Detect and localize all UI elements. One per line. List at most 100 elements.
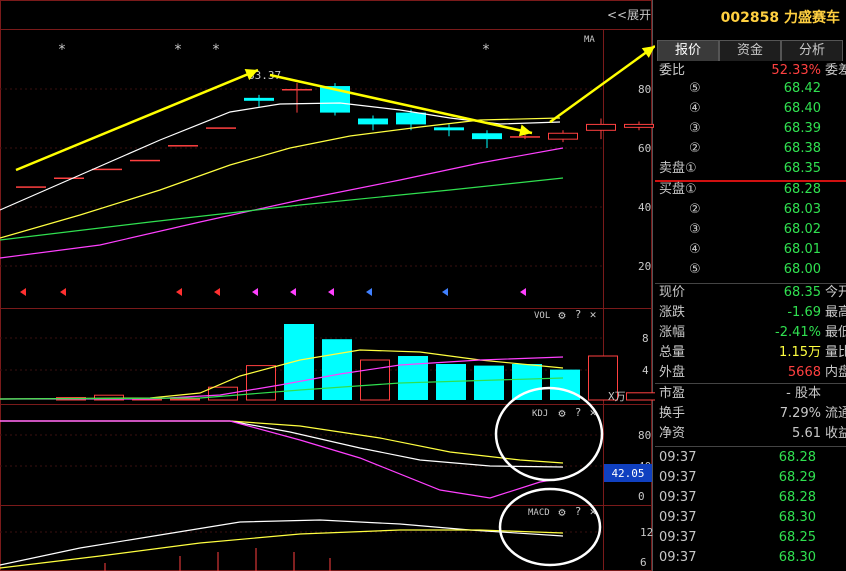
bid-row-1-label: ② bbox=[689, 202, 701, 217]
candle bbox=[168, 145, 198, 147]
candle bbox=[16, 186, 46, 188]
annotation-arrow-up bbox=[15, 68, 259, 172]
tab-2[interactable]: 分析 bbox=[781, 40, 843, 61]
signal-marker-icon bbox=[290, 288, 296, 296]
kdj-axis-tick: 80 bbox=[638, 429, 651, 442]
macd-axis-tick: 12 bbox=[640, 526, 653, 539]
candle bbox=[434, 127, 464, 131]
ask-row-3-value: 68.38 bbox=[783, 141, 821, 156]
ask-row-4-label: 卖盘① bbox=[659, 161, 697, 176]
vol-unit-label: X万 bbox=[608, 390, 626, 403]
ma-indicator-label[interactable]: MA bbox=[584, 35, 595, 45]
ask-row-3-label: ② bbox=[689, 141, 701, 156]
signal-marker-icon bbox=[20, 288, 26, 296]
candle bbox=[358, 118, 388, 125]
tab-0[interactable]: 报价 bbox=[657, 40, 719, 61]
quote-row-2-label: 涨幅 bbox=[659, 325, 686, 340]
quote-row-4-label: 外盘 bbox=[659, 365, 686, 380]
fund-row-1-value: 7.29% bbox=[779, 406, 821, 421]
volume-bar bbox=[322, 339, 352, 400]
tick-row-5-label: 09:37 bbox=[659, 550, 697, 565]
signal-marker-icon bbox=[176, 288, 182, 296]
tick-row-4-label: 09:37 bbox=[659, 530, 697, 545]
kdj-help-icon[interactable]: ? bbox=[575, 406, 582, 419]
tick-row-1-label: 09:37 bbox=[659, 470, 697, 485]
bid-row-3: ④ 68.01 bbox=[655, 240, 846, 260]
vol-close-icon[interactable]: ✕ bbox=[590, 308, 597, 321]
ma60-line bbox=[0, 177, 564, 241]
candle bbox=[624, 123, 654, 128]
bid-row-4: ⑤ 68.00 bbox=[655, 260, 846, 280]
divider bbox=[655, 446, 846, 447]
kdj-indicator-label[interactable]: KDJ bbox=[532, 409, 548, 419]
quote-row-4: 外盘 5668 内盘 bbox=[655, 363, 846, 383]
tick-row-5-value: 68.30 bbox=[778, 550, 816, 565]
tick-row-0-label: 09:37 bbox=[659, 450, 697, 465]
macd-help-icon[interactable]: ? bbox=[575, 505, 582, 518]
macd-dea-line bbox=[0, 529, 564, 569]
ma5-line bbox=[0, 102, 561, 211]
event-star-icon[interactable]: * bbox=[482, 42, 490, 58]
quote-panel: 002858 力盛赛车 报价 资金 分析 委比 52.33% 委差 ⑤ 68.42 ④ 68.4… bbox=[655, 0, 846, 571]
tick-row-0-value: 68.28 bbox=[778, 450, 816, 465]
fund-row-1: 换手 7.29% 流通 bbox=[655, 404, 846, 424]
volume-bar bbox=[170, 398, 200, 401]
cursor-value: 42.05 bbox=[611, 467, 644, 480]
signal-marker-icon bbox=[328, 288, 334, 296]
volume-bar bbox=[360, 359, 390, 401]
tick-row-2-label: 09:37 bbox=[659, 490, 697, 505]
ask-row-1-value: 68.40 bbox=[783, 101, 821, 116]
quote-row-1-tail: 最高 bbox=[825, 305, 846, 320]
vol-settings-icon[interactable]: ⚙ bbox=[558, 308, 566, 322]
quote-row-3-tail: 量比 bbox=[825, 345, 846, 360]
kdj-j-line bbox=[0, 420, 564, 499]
signal-marker-icon bbox=[366, 288, 372, 296]
bid-row-0-value: 68.28 bbox=[783, 182, 821, 197]
annotation-circle-kdj bbox=[494, 386, 604, 482]
event-star-icon[interactable]: * bbox=[174, 42, 182, 58]
bid-row-0-label: 买盘① bbox=[659, 182, 697, 197]
bid-row-4-label: ⑤ bbox=[689, 262, 701, 277]
quote-row-4-value: 5668 bbox=[787, 365, 821, 380]
stock-title[interactable]: 002858 力盛赛车 bbox=[721, 6, 840, 30]
bid-row-1-value: 68.03 bbox=[783, 202, 821, 217]
fund-row-2-value: 5.61 bbox=[792, 426, 821, 441]
fund-row-0-value: - 股本 bbox=[786, 386, 821, 401]
volume-bar bbox=[512, 364, 542, 400]
tick-row-3-value: 68.30 bbox=[778, 510, 816, 525]
quote-row-0: 现价 68.35 今开 bbox=[655, 283, 846, 303]
event-star-icon[interactable]: * bbox=[212, 42, 220, 58]
quote-row-0-tail: 今开 bbox=[825, 285, 846, 300]
expand-button[interactable]: <<展开 bbox=[607, 6, 651, 23]
ask-row-2-label: ③ bbox=[689, 121, 701, 136]
volume-bar bbox=[398, 356, 428, 400]
kdj-k-line bbox=[0, 420, 564, 464]
macd-settings-icon[interactable]: ⚙ bbox=[558, 505, 566, 519]
tick-row-5: 09:37 68.30 bbox=[655, 548, 846, 568]
vol-axis-tick: 8 bbox=[642, 332, 649, 345]
quote-row-3: 总量 1.15万 量比 bbox=[655, 343, 846, 363]
candle bbox=[472, 133, 502, 140]
tick-row-3: 09:37 68.30 bbox=[655, 508, 846, 528]
candle bbox=[54, 177, 84, 179]
volume-bar bbox=[626, 392, 656, 401]
vol-help-icon[interactable]: ? bbox=[575, 308, 582, 321]
tick-row-1: 09:37 68.29 bbox=[655, 468, 846, 488]
ask-row-1: ④ 68.40 bbox=[655, 99, 846, 119]
tick-row-4: 09:37 68.25 bbox=[655, 528, 846, 548]
ratio-row: 委比 52.33% 委差 bbox=[655, 61, 846, 81]
candle bbox=[548, 132, 578, 140]
annotation-arrow-down-head bbox=[518, 124, 532, 137]
ask-row-0-label: ⑤ bbox=[689, 81, 701, 96]
candle bbox=[396, 112, 426, 125]
event-star-icon[interactable]: * bbox=[58, 42, 66, 58]
fund-row-2-label: 净资 bbox=[659, 426, 686, 441]
candle bbox=[92, 168, 122, 171]
kdj-settings-icon[interactable]: ⚙ bbox=[558, 406, 566, 420]
signal-marker-icon bbox=[60, 288, 66, 296]
tab-1[interactable]: 资金 bbox=[719, 40, 781, 61]
vol-indicator-label[interactable]: VOL bbox=[534, 311, 550, 321]
macd-indicator-label[interactable]: MACD bbox=[528, 508, 550, 518]
tick-row-2-value: 68.28 bbox=[778, 490, 816, 505]
quote-row-3-label: 总量 bbox=[659, 345, 686, 360]
